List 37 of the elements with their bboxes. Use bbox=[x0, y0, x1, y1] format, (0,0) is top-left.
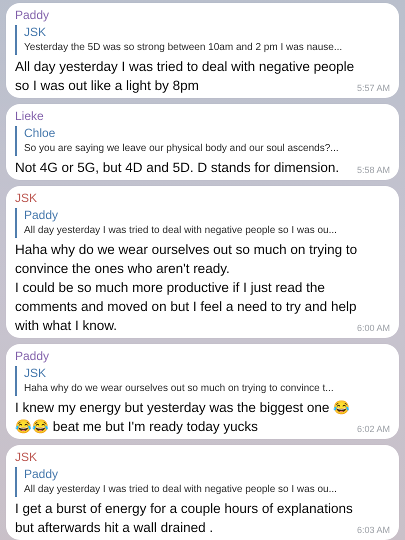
message-time: 6:00 AM bbox=[356, 322, 390, 335]
message-text: but afterwards hit a wall drained . bbox=[15, 519, 214, 537]
message-text: I knew my energy but yesterday was the biggest one 😂 bbox=[15, 399, 350, 417]
sender-name: JSK bbox=[15, 190, 38, 206]
reply-preview: Yesterday the 5D was so strong between 10am and 2 pm I was nause... bbox=[24, 41, 344, 55]
reply-preview: All day yesterday I was tried to deal with negative people so I was ou... bbox=[24, 224, 338, 238]
message-text: Haha why do we wear ourselves out so much on trying to bbox=[15, 241, 358, 259]
reply-author: JSK bbox=[24, 366, 48, 381]
message-text: so I was out like a light by 8pm bbox=[15, 77, 199, 95]
reply-author: Paddy bbox=[24, 208, 60, 223]
reply-preview: So you are saying we leave our physical body and our soul ascends?... bbox=[24, 142, 340, 156]
message-time: 6:03 AM bbox=[356, 524, 390, 537]
message-time: 5:58 AM bbox=[356, 164, 390, 177]
sender-name: Lieke bbox=[15, 108, 45, 124]
reply-quote[interactable]: Chloe So you are saying we leave our physical body and our soul ascends?... bbox=[15, 126, 390, 156]
message-text: convince the ones who aren't ready. bbox=[15, 260, 230, 278]
reply-quote[interactable]: Paddy All day yesterday I was tried to deal with negative people so I was ou... bbox=[15, 208, 390, 238]
reply-author: Chloe bbox=[24, 126, 56, 141]
message-text: All day yesterday I was tried to deal with negative people bbox=[15, 58, 354, 76]
sender-name: JSK bbox=[15, 449, 38, 465]
message-text: 😂😂 beat me but I'm ready today yucks bbox=[15, 418, 258, 436]
message-text: I could be so much more productive if I just read the bbox=[15, 279, 325, 297]
message-text: I get a burst of energy for a couple hours of explanations bbox=[15, 500, 353, 518]
reply-author: Paddy bbox=[24, 467, 60, 482]
reply-quote[interactable]: JSK Haha why do we wear ourselves out so much on trying to convince t... bbox=[15, 366, 390, 396]
reply-preview: All day yesterday I was tried to deal with negative people so I was ou... bbox=[24, 483, 338, 497]
message-time: 6:02 AM bbox=[356, 423, 390, 436]
reply-quote[interactable]: Paddy All day yesterday I was tried to deal with negative people so I was ou... bbox=[15, 467, 390, 497]
message-text: with what I know. bbox=[15, 317, 118, 335]
reply-author: JSK bbox=[24, 25, 48, 40]
sender-name: Paddy bbox=[15, 348, 50, 364]
message-time: 5:57 AM bbox=[356, 82, 390, 95]
message-text: Not 4G or 5G, but 4D and 5D. D stands for dimension. bbox=[15, 159, 340, 177]
reply-quote[interactable]: JSK Yesterday the 5D was so strong between 10am and 2 pm I was nause... bbox=[15, 25, 390, 55]
sender-name: Paddy bbox=[15, 7, 50, 23]
message-text: comments and moved on but I feel a need to try and help bbox=[15, 298, 356, 316]
reply-preview: Haha why do we wear ourselves out so much on trying to convince t... bbox=[24, 382, 335, 396]
